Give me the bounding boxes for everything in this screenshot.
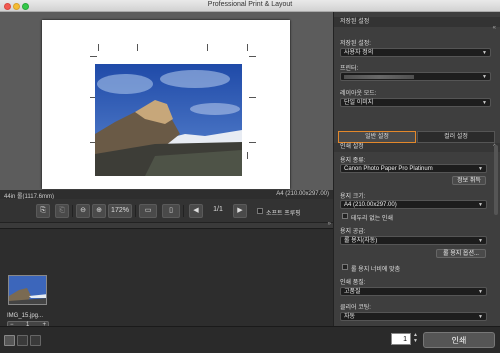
chevron-down-icon: ▼ (478, 289, 483, 295)
chevron-down-icon: ▼ (478, 314, 483, 320)
printer-label: 프린터: (340, 66, 359, 72)
preview-canvas (0, 12, 333, 190)
thumbnail-image[interactable] (8, 275, 47, 305)
remove-page-icon[interactable]: ⎗ (55, 204, 69, 218)
next-page-icon[interactable]: ▶ (233, 204, 247, 218)
saved-settings-value: 사용자 정의 (344, 50, 374, 56)
two-page-view-icon[interactable] (17, 335, 28, 346)
paper-size-label: 용지 크기: (340, 194, 366, 200)
paper-type-label: 용지 종류: (340, 158, 366, 164)
page-counter: 1/1 (213, 206, 223, 213)
copies-stepper-icon[interactable]: ▲ ▼ (413, 332, 418, 344)
borderless-label: 테두리 없는 인쇄 (351, 216, 393, 222)
chevron-down-icon: ▼ (478, 166, 483, 172)
soft-proof-label: 소프트 프루핑 (266, 211, 301, 217)
collapse-filmstrip-icon[interactable]: » (328, 221, 331, 227)
preview-info-bar: 44in 롤(1117.6mm) A4 (210.00x297.00) (0, 190, 333, 200)
paper-source-label: 용지 공급: (340, 229, 366, 235)
tab-general-settings[interactable]: 일반 설정 (338, 131, 416, 143)
clear-coating-dropdown[interactable]: 자동 ▼ (340, 312, 487, 321)
paper-type-value: Canon Photo Paper Pro Platinum (344, 166, 433, 172)
paper-size-value: A4 (210.00x297.00) (344, 202, 397, 208)
borderless-checkbox[interactable] (342, 213, 348, 219)
layout-mode-value: 단일 이미지 (344, 100, 374, 106)
print-settings-section: 인쇄 설정 (334, 143, 500, 152)
print-quality-dropdown[interactable]: 고품질 ▼ (340, 287, 487, 296)
zoom-level-dropdown[interactable]: 172% (108, 204, 132, 218)
fit-view-icon[interactable]: ▭ (139, 204, 157, 218)
soft-proof-checkbox[interactable] (257, 208, 263, 214)
settings-tabs: 일반 설정 컬러 설정 (334, 130, 500, 143)
fit-roll-width-label: 롤 용지 너비에 맞춤 (351, 267, 401, 273)
display-options-icon[interactable]: ▯ (162, 204, 180, 218)
zoom-out-icon[interactable]: ⊖ (76, 204, 90, 218)
printer-dropdown[interactable]: ▼ (340, 72, 491, 81)
single-view-icon[interactable] (4, 335, 15, 346)
collapse-panel-icon[interactable]: « (493, 25, 496, 31)
print-quality-label: 인쇄 품질: (340, 280, 366, 286)
printer-name-blurred (344, 75, 414, 79)
get-info-button[interactable]: 정보 취득 (452, 176, 486, 185)
print-quality-value: 고품질 (344, 289, 361, 295)
saved-settings-section: 저장된 설정 (334, 17, 500, 27)
chevron-down-icon: ▼ (478, 202, 483, 208)
paper-source-dropdown[interactable]: 롤 용지(자동) ▼ (340, 236, 487, 245)
clear-coating-value: 자동 (344, 314, 356, 320)
paper-source-value: 롤 용지(자동) (344, 238, 378, 244)
add-page-icon[interactable]: ⎘ (36, 204, 50, 218)
preview-toolbar: ⎘ ⎗ ⊖ ⊕ 172% ▭ ▯ ◀ 1/1 ▶ 소프트 프루핑 (0, 199, 333, 223)
paper-size-dropdown[interactable]: A4 (210.00x297.00) ▼ (340, 200, 487, 209)
chevron-down-icon: ▼ (482, 50, 487, 56)
window-title: Professional Print & Layout (207, 1, 293, 8)
photo-image[interactable] (95, 64, 242, 176)
clear-coating-label: 클리어 코팅: (340, 305, 371, 311)
tab-color-settings[interactable]: 컬러 설정 (417, 131, 495, 143)
print-button[interactable]: 인쇄 (423, 332, 495, 348)
chevron-down-icon: ▼ (478, 238, 483, 244)
layout-mode-label: 레이아웃 모드: (340, 91, 377, 97)
copies-field[interactable]: 1 (391, 333, 411, 345)
filmstrip-view-icon[interactable] (30, 335, 41, 346)
saved-settings-label: 저장된 설정: (340, 41, 371, 47)
paper-type-dropdown[interactable]: Canon Photo Paper Pro Platinum ▼ (340, 164, 487, 173)
previous-page-icon[interactable]: ◀ (189, 204, 203, 218)
bottom-bar: 1 ▲ ▼ 인쇄 (0, 326, 500, 353)
left-pane: 44in 롤(1117.6mm) A4 (210.00x297.00) ⎘ ⎗ … (0, 12, 333, 329)
chevron-down-icon: ▼ (482, 74, 487, 80)
roll-options-button[interactable]: 롤 용지 옵션... (436, 249, 486, 258)
zoom-in-icon[interactable]: ⊕ (92, 204, 106, 218)
saved-settings-dropdown[interactable]: 사용자 정의 ▼ (340, 48, 491, 57)
thumbnail-name: IMG_15.jpg... (7, 313, 44, 319)
filmstrip: IMG_15.jpg... − 1 + (0, 228, 333, 329)
paper-size-readout: A4 (210.00x297.00) (276, 191, 329, 197)
title-bar: Professional Print & Layout (0, 0, 500, 12)
fit-roll-width-checkbox[interactable] (342, 264, 348, 270)
panel-scrollbar[interactable] (494, 145, 498, 215)
settings-panel: 저장된 설정 « 저장된 설정: 사용자 정의 ▼ 프린터: ▼ 레이아웃 모드:… (333, 12, 500, 326)
chevron-down-icon: ▼ (482, 100, 487, 106)
layout-mode-dropdown[interactable]: 단일 이미지 ▼ (340, 98, 491, 107)
